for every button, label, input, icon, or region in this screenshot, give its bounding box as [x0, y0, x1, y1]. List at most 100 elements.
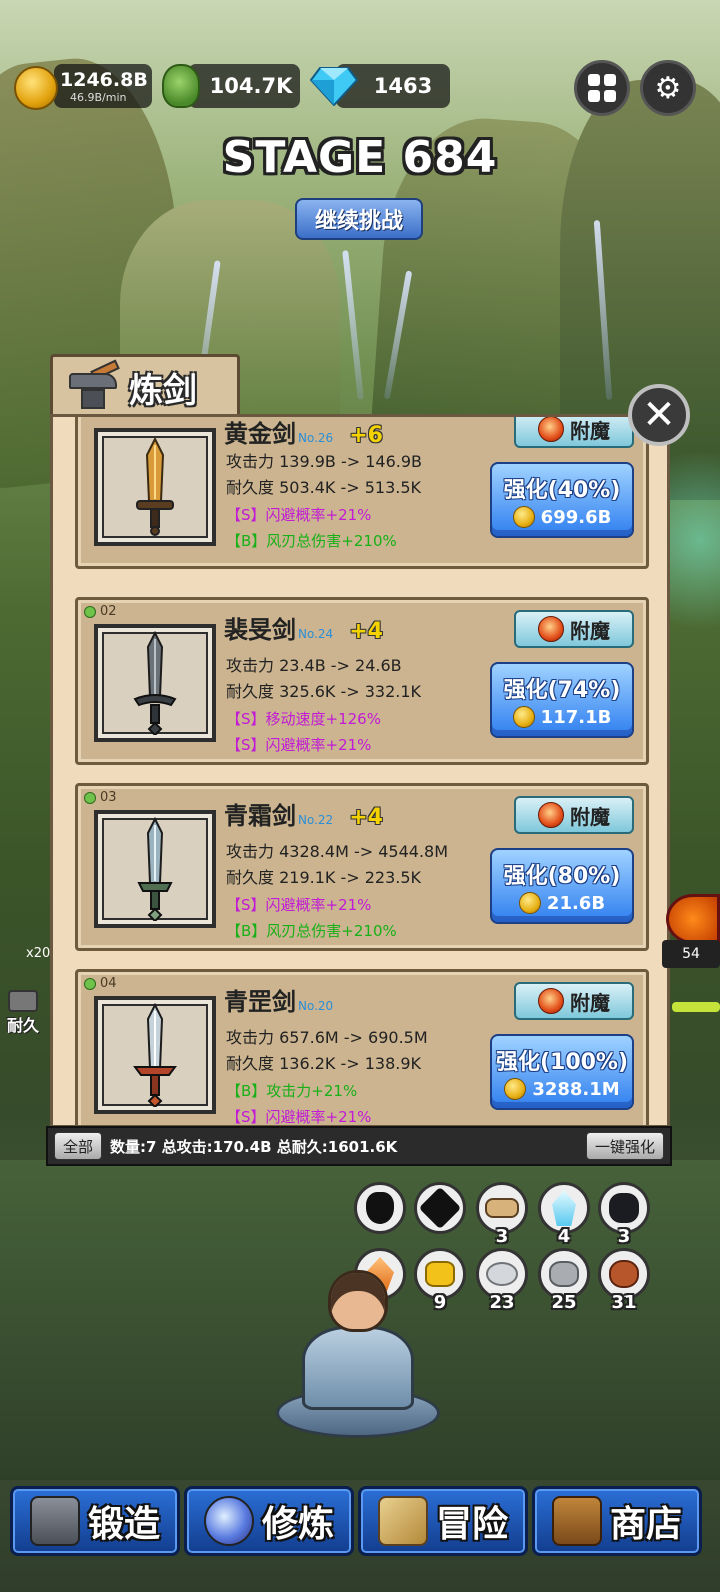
material-count: 25 — [551, 1292, 577, 1313]
upgrade-button[interactable]: 强化(74%) 117.1B — [490, 662, 634, 738]
gold-counter: 1246.8B 46.9B/min — [54, 64, 152, 108]
nav-label: 修炼 — [261, 1504, 334, 1545]
diamond-icon — [310, 67, 358, 106]
upgrade-button[interactable]: 强化(100%) 3288.1M — [490, 1034, 634, 1110]
card-index-text: 02 — [100, 604, 117, 619]
gold-rate: 46.9B/min — [70, 90, 127, 104]
enchant-button[interactable]: 附魔 — [514, 982, 634, 1020]
cost-value: 699.6B — [540, 506, 612, 528]
upgrade-label: 强化(80%) — [503, 864, 621, 889]
orb-icon — [203, 1496, 254, 1546]
sword-name: 青罡剑 No.20 — [224, 982, 349, 1017]
cost-value: 117.1B — [540, 706, 612, 728]
close-icon: ✕ — [642, 392, 676, 438]
affix-line: 【B】风刃总伤害+210% — [226, 532, 397, 550]
card-index: 03 — [84, 790, 117, 805]
gray-stone-icon[interactable]: 25 — [538, 1248, 590, 1313]
anvil-small-icon — [8, 990, 38, 1012]
skull-counter: 104.7K — [188, 64, 300, 108]
black-spiky-ball-icon[interactable] — [414, 1182, 466, 1234]
nav-forge[interactable]: 锻造 — [10, 1486, 180, 1556]
cost-value: 21.6B — [546, 892, 606, 914]
sword-level: +4 — [349, 619, 383, 644]
affix-line: 【S】闪避概率+21% — [226, 896, 372, 914]
side-count-right: 54 — [662, 940, 720, 968]
attack-stat: 攻击力 657.6M -> 690.5M — [226, 1028, 428, 1047]
durability-side-button[interactable]: 耐久 — [0, 990, 46, 1040]
gear-icon: ⚙ — [654, 70, 682, 106]
nav-adventure[interactable]: 冒险 — [358, 1486, 528, 1556]
upgrade-label: 强化(100%) — [495, 1050, 629, 1075]
golden-sword-icon — [136, 437, 174, 536]
sword-card[interactable]: 04 青罡剑 No.20 攻击力 657.6M -> 690.5M 耐久度 13… — [75, 969, 649, 1125]
fossil-bone-icon[interactable]: 3 — [476, 1182, 528, 1247]
sword-card[interactable]: 02 裴旻剑 No.24 +4 攻击力 23.4B -> 24.6B 耐久度 3… — [75, 597, 649, 765]
enchant-button[interactable]: 附魔 — [514, 610, 634, 648]
sword-list-panel[interactable]: 黄金剑 No.26 +6 攻击力 139.9B -> 146.9B 耐久度 50… — [50, 414, 670, 1128]
skull-amount: 104.7K — [209, 74, 293, 98]
card-index-text: 03 — [100, 790, 117, 805]
upgrade-button[interactable]: 强化(80%) 21.6B — [490, 848, 634, 924]
sword-image-frame — [94, 624, 216, 742]
enchant-label: 附魔 — [570, 990, 610, 1015]
sword-name-text: 青罡剑 — [224, 988, 296, 1016]
silver-ore-icon[interactable]: 23 — [476, 1248, 528, 1313]
panel-title: 炼剑 — [129, 371, 197, 411]
sword-name: 裴旻剑 No.24 +4 — [224, 610, 383, 645]
upgrade-cost: 117.1B — [512, 706, 612, 728]
ice-crystal-icon[interactable]: 4 — [538, 1182, 590, 1247]
sword-card[interactable]: 03 青霜剑 No.22 +4 攻击力 4328.4M -> 4544.8M 耐… — [75, 783, 649, 951]
gem-amount: 1463 — [373, 74, 433, 98]
enchant-button[interactable]: 附魔 — [514, 796, 634, 834]
gold-coin-icon — [512, 706, 535, 728]
sword-name: 黄金剑 No.26 +6 — [224, 417, 383, 449]
affix-line: 【S】闪避概率+21% — [226, 736, 372, 754]
green-dot-icon — [84, 605, 96, 618]
enchant-button[interactable]: 附魔 — [514, 417, 634, 448]
durability-stat: 耐久度 325.6K -> 332.1K — [226, 682, 422, 701]
continue-challenge-button[interactable]: 继续挑战 — [295, 198, 423, 240]
grid-icon — [588, 74, 616, 102]
menu-grid-button[interactable] — [574, 60, 630, 116]
green-dot-icon — [84, 977, 96, 990]
filter-all-button[interactable]: 全部 — [54, 1132, 103, 1160]
copper-ore-icon[interactable]: 31 — [598, 1248, 650, 1313]
material-count: 3 — [617, 1226, 631, 1247]
panel-footer: 全部 数量:7 总攻击:170.4B 总耐久:1601.6K 一键强化 — [46, 1126, 672, 1166]
nav-cultivate[interactable]: 修炼 — [184, 1486, 354, 1556]
close-button[interactable]: ✕ — [628, 384, 690, 446]
enchant-label: 附魔 — [570, 804, 610, 829]
panel-tab: 炼剑 — [50, 354, 240, 418]
sword-number: No.24 — [298, 627, 334, 641]
play-arrow-icon[interactable] — [666, 894, 720, 944]
sword-card[interactable]: 黄金剑 No.26 +6 攻击力 139.9B -> 146.9B 耐久度 50… — [75, 417, 649, 569]
green-skull-icon — [162, 64, 200, 108]
upgrade-button[interactable]: 强化(40%) 699.6B — [490, 462, 634, 538]
black-stone-icon[interactable]: 3 — [598, 1182, 650, 1247]
gold-amount: 1246.8B — [60, 68, 148, 91]
nav-shop[interactable]: 商店 — [532, 1486, 702, 1556]
affix-line: 【B】风刃总伤害+210% — [226, 922, 397, 940]
durability-label: 耐久 — [6, 1016, 39, 1035]
card-index: 04 — [84, 976, 117, 991]
upgrade-all-button[interactable]: 一键强化 — [585, 1132, 664, 1160]
durability-stat: 耐久度 503.4K -> 513.5K — [226, 478, 422, 497]
sword-level: +4 — [349, 805, 383, 830]
map-icon — [377, 1496, 428, 1546]
affix-line: 【S】移动速度+126% — [226, 710, 381, 728]
affix-line: 【B】攻击力+21% — [226, 1082, 358, 1100]
sword-image-frame — [94, 996, 216, 1114]
meditating-character — [276, 1270, 440, 1446]
nav-label: 锻造 — [87, 1504, 160, 1545]
gold-coin-icon — [518, 892, 541, 914]
black-shield-icon[interactable] — [354, 1182, 406, 1234]
red-hilt-sword-icon — [133, 1003, 177, 1107]
material-count: 4 — [557, 1226, 571, 1247]
cost-value: 3288.1M — [532, 1078, 620, 1100]
enchant-icon — [538, 988, 564, 1014]
durability-stat: 耐久度 219.1K -> 223.5K — [226, 868, 422, 887]
settings-button[interactable]: ⚙ — [640, 60, 696, 116]
anvil-icon — [29, 1496, 80, 1546]
upgrade-label: 强化(74%) — [503, 678, 621, 703]
sword-name-text: 青霜剑 — [224, 802, 296, 830]
